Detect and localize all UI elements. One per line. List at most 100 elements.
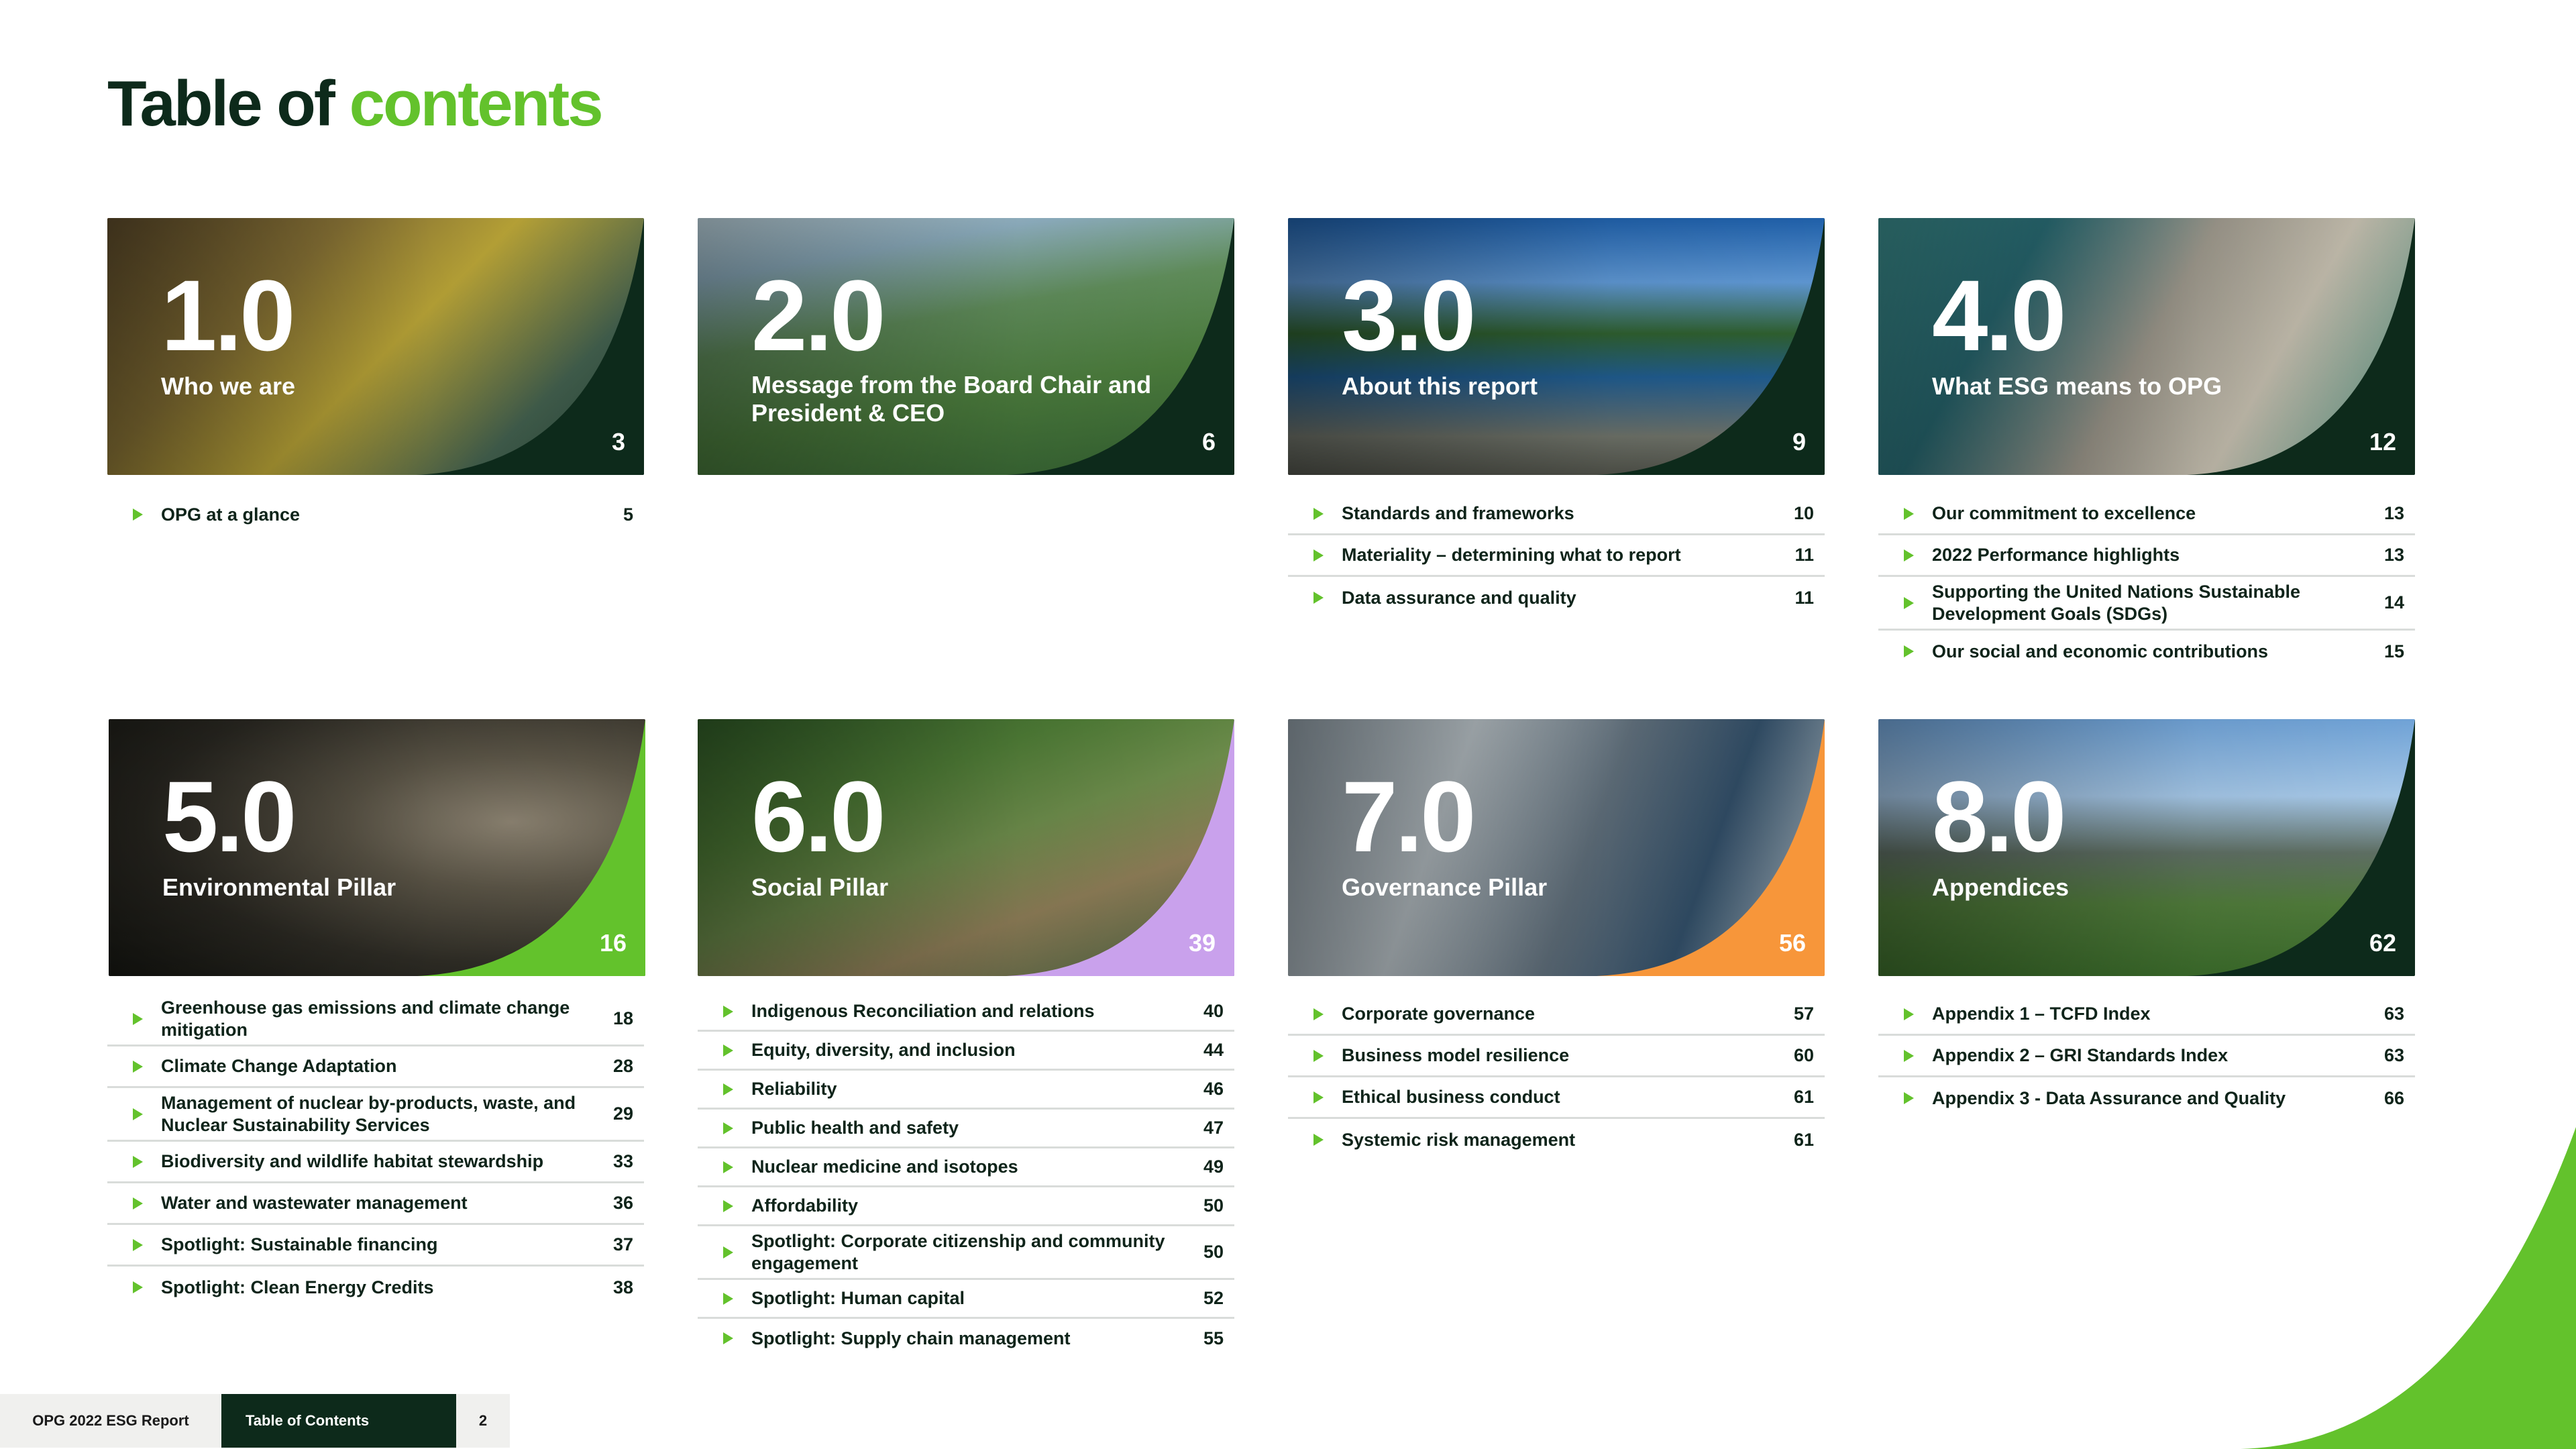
arrow-right-icon (723, 1246, 733, 1258)
arrow-right-icon (1904, 1049, 1914, 1062)
page-title: Table of contents (107, 67, 604, 141)
section-page: 39 (1188, 929, 1216, 957)
section-number: 3.0 (1342, 259, 1477, 372)
section-1-items: OPG at a glance 5 (107, 494, 644, 535)
list-item[interactable]: Materiality – determining what to report… (1288, 535, 1825, 577)
section-number: 4.0 (1932, 259, 2067, 372)
section-title: Social Pillar (751, 873, 889, 901)
list-item[interactable]: Appendix 1 – TCFD Index 63 (1878, 994, 2415, 1036)
footer: OPG 2022 ESG Report Table of Contents 2 (0, 1394, 510, 1448)
section-page: 6 (1201, 428, 1216, 455)
section-number: 5.0 (162, 760, 297, 873)
footer-section-tab[interactable]: Table of Contents (221, 1394, 456, 1448)
list-item[interactable]: Data assurance and quality 11 (1288, 577, 1825, 619)
list-item[interactable]: Appendix 3 - Data Assurance and Quality 6… (1878, 1077, 2415, 1119)
section-4-items: Our commitment to excellence 13 2022 Perf… (1878, 494, 2415, 672)
section-card-7[interactable]: 7.0 Governance Pillar 56 (1288, 719, 1825, 976)
arrow-right-icon (1313, 1008, 1324, 1020)
arrow-right-icon (1904, 507, 1914, 520)
section-7-items: Corporate governance 57 Business model re… (1288, 994, 1825, 1161)
list-item[interactable]: Indigenous Reconciliation and relations 4… (698, 993, 1234, 1032)
list-item[interactable]: Our commitment to excellence 13 (1878, 494, 2415, 535)
list-item[interactable]: Affordability 50 (698, 1187, 1234, 1226)
arrow-right-icon (133, 1155, 143, 1168)
list-item[interactable]: Spotlight: Sustainable financing 37 (107, 1225, 644, 1267)
section-page: 16 (599, 929, 627, 957)
section-page: 12 (2369, 428, 2396, 455)
arrow-right-icon (723, 1044, 733, 1057)
section-title: Environmental Pillar (162, 873, 396, 901)
section-title: Appendices (1932, 873, 2070, 901)
arrow-right-icon (133, 1012, 143, 1025)
list-item[interactable]: Ethical business conduct 61 (1288, 1077, 1825, 1119)
list-item[interactable]: Climate Change Adaptation 28 (107, 1046, 644, 1088)
list-item[interactable]: 2022 Performance highlights 13 (1878, 535, 2415, 577)
list-item[interactable]: Water and wastewater management 36 (107, 1183, 644, 1225)
section-number: 1.0 (161, 259, 296, 372)
arrow-right-icon (1904, 1008, 1914, 1020)
section-page: 9 (1792, 428, 1806, 455)
corner-swoosh-decoration (2241, 1127, 2576, 1449)
arrow-right-icon (133, 1197, 143, 1210)
section-title: Message from the Board Chair and Preside… (751, 371, 1152, 427)
arrow-right-icon (133, 1281, 143, 1293)
list-item[interactable]: Public health and safety 47 (698, 1110, 1234, 1148)
list-item[interactable]: Spotlight: Human capital 52 (698, 1280, 1234, 1319)
footer-report-title: OPG 2022 ESG Report (0, 1394, 221, 1448)
section-card-2[interactable]: 2.0 Message from the Board Chair and Pre… (698, 218, 1234, 475)
list-item[interactable]: Biodiversity and wildlife habitat stewar… (107, 1142, 644, 1183)
section-card-3[interactable]: 3.0 About this report 9 (1288, 218, 1825, 475)
arrow-right-icon (133, 1108, 143, 1120)
section-card-5[interactable]: 5.0 Environmental Pillar 16 (109, 719, 645, 976)
list-item[interactable]: Equity, diversity, and inclusion 44 (698, 1032, 1234, 1071)
section-number: 7.0 (1342, 760, 1477, 873)
arrow-right-icon (1313, 592, 1324, 604)
section-page: 3 (611, 428, 625, 455)
arrow-right-icon (133, 1238, 143, 1251)
section-number: 8.0 (1932, 760, 2067, 873)
section-number: 6.0 (751, 760, 886, 873)
arrow-right-icon (133, 508, 143, 521)
list-item[interactable]: Business model resilience 60 (1288, 1036, 1825, 1077)
arrow-right-icon (1904, 549, 1914, 561)
list-item[interactable]: Greenhouse gas emissions and climate cha… (107, 993, 644, 1046)
arrow-right-icon (1904, 596, 1914, 609)
arrow-right-icon (1313, 507, 1324, 520)
list-item[interactable]: Nuclear medicine and isotopes 49 (698, 1148, 1234, 1187)
list-item[interactable]: Spotlight: Supply chain management 55 (698, 1319, 1234, 1358)
arrow-right-icon (723, 1332, 733, 1344)
footer-page-number: 2 (456, 1394, 510, 1448)
list-item[interactable]: Corporate governance 57 (1288, 994, 1825, 1036)
list-item[interactable]: OPG at a glance 5 (107, 494, 644, 535)
arrow-right-icon (723, 1122, 733, 1134)
list-item[interactable]: Spotlight: Clean Energy Credits 38 (107, 1267, 644, 1308)
arrow-right-icon (133, 1060, 143, 1073)
arrow-right-icon (723, 1199, 733, 1212)
arrow-right-icon (1904, 645, 1914, 657)
section-page: 62 (2369, 929, 2396, 957)
section-number: 2.0 (751, 259, 886, 372)
section-5-items: Greenhouse gas emissions and climate cha… (107, 993, 644, 1308)
section-3-items: Standards and frameworks 10 Materiality –… (1288, 494, 1825, 619)
arrow-right-icon (723, 1161, 733, 1173)
section-title: Who we are (161, 372, 296, 400)
list-item[interactable]: Appendix 2 – GRI Standards Index 63 (1878, 1036, 2415, 1077)
list-item[interactable]: Management of nuclear by-products, waste… (107, 1088, 644, 1142)
section-page: 56 (1778, 929, 1806, 957)
arrow-right-icon (1313, 1049, 1324, 1062)
section-card-4[interactable]: 4.0 What ESG means to OPG 12 (1878, 218, 2415, 475)
arrow-right-icon (1313, 1091, 1324, 1104)
list-item[interactable]: Spotlight: Corporate citizenship and com… (698, 1226, 1234, 1280)
section-card-6[interactable]: 6.0 Social Pillar 39 (698, 719, 1234, 976)
list-item[interactable]: Reliability 46 (698, 1071, 1234, 1110)
list-item[interactable]: Standards and frameworks 10 (1288, 494, 1825, 535)
section-card-1[interactable]: 1.0 Who we are 3 (107, 218, 644, 475)
section-card-8[interactable]: 8.0 Appendices 62 (1878, 719, 2415, 976)
list-item[interactable]: Systemic risk management 61 (1288, 1119, 1825, 1161)
arrow-right-icon (723, 1292, 733, 1305)
card-corner-curve (416, 218, 644, 475)
section-title: About this report (1342, 372, 1538, 400)
list-item[interactable]: Supporting the United Nations Sustainabl… (1878, 577, 2415, 631)
title-part-2: contents (349, 68, 604, 140)
list-item[interactable]: Our social and economic contributions 15 (1878, 631, 2415, 672)
